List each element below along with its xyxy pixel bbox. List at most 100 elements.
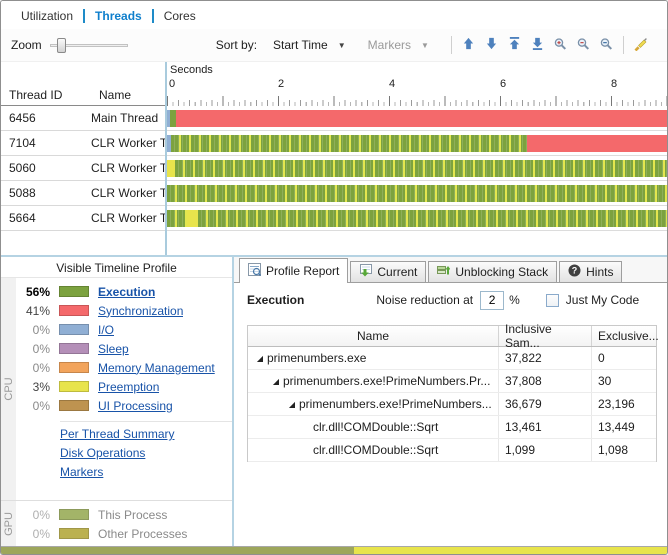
- noise-reduction-label: Noise reduction at: [376, 293, 474, 307]
- column-header-name[interactable]: Name: [99, 88, 131, 102]
- legend-pct: 41%: [25, 303, 50, 318]
- report-row[interactable]: ◢ primenumbers.exe!PrimeNumbers... 36,67…: [248, 393, 656, 416]
- bottom-area: Visible Timeline Profile CPU 56% Executi…: [1, 255, 667, 546]
- just-my-code-label[interactable]: Just My Code: [566, 293, 639, 307]
- thread-table: Thread ID Name 6456 Main Thread 7104 CLR…: [1, 62, 167, 255]
- thread-id: 6456: [9, 111, 36, 125]
- link-disk-operations[interactable]: Disk Operations: [60, 446, 232, 465]
- tab-profile-report[interactable]: Profile Report: [239, 258, 349, 283]
- report-cell-inclusive: 37,822: [499, 347, 592, 369]
- thread-row[interactable]: 5088 CLR Worker T...: [1, 181, 165, 206]
- noise-reduction-input[interactable]: [480, 290, 505, 310]
- expand-icon[interactable]: ◢: [253, 354, 267, 363]
- column-header-inclusive[interactable]: Inclusive Sam...: [499, 322, 592, 350]
- zoom-out-button[interactable]: [573, 35, 594, 56]
- cpu-axis: CPU: [1, 278, 16, 500]
- zoom-to-selection-button[interactable]: [550, 35, 571, 56]
- markers-value: Markers: [367, 38, 411, 52]
- thread-row[interactable]: 5060 CLR Worker T...: [1, 156, 165, 181]
- legend-link-execution[interactable]: Execution: [98, 285, 155, 299]
- lane-segment-preempt: [167, 159, 175, 177]
- report-cell-inclusive: 1,099: [499, 439, 592, 461]
- zoom-slider-thumb[interactable]: [56, 38, 66, 53]
- tab-threads[interactable]: Threads: [85, 9, 152, 23]
- link-markers[interactable]: Markers: [60, 465, 232, 484]
- legend-swatch: [59, 343, 89, 354]
- zoom-reset-button[interactable]: [596, 35, 617, 56]
- hints-icon: ?: [568, 264, 581, 280]
- legend-pct: 0%: [32, 398, 50, 413]
- ruler-tick-label: 0: [169, 78, 176, 90]
- lane-segment-mix: [198, 209, 667, 227]
- legend-link-synchronization[interactable]: Synchronization: [98, 304, 183, 318]
- legend-swatch: [59, 528, 89, 539]
- legend-row: 56% Execution: [16, 282, 232, 301]
- timeline-lane[interactable]: [167, 156, 667, 181]
- column-header-name[interactable]: Name: [248, 326, 499, 346]
- thread-name: Main Thread: [91, 111, 159, 125]
- timeline-lane[interactable]: [167, 181, 667, 206]
- legend-link-ui-processing[interactable]: UI Processing: [98, 399, 173, 413]
- sort-by-combo[interactable]: Start Time ▼: [265, 34, 354, 56]
- cpu-axis-label: CPU: [2, 377, 15, 401]
- report-cell-inclusive: 37,808: [499, 370, 592, 392]
- timeline-lane[interactable]: [167, 106, 667, 131]
- lane-segment-sync: [175, 109, 667, 127]
- arrow-to-bottom-icon: [531, 37, 544, 53]
- bottom-strip: [1, 546, 667, 554]
- expand-icon[interactable]: ◢: [285, 400, 299, 409]
- highlight-button[interactable]: [630, 35, 651, 56]
- report-row[interactable]: ◢ clr.dll!COMDouble::Sqrt 1,099 1,098: [248, 439, 656, 462]
- tab-utilization[interactable]: Utilization: [11, 9, 83, 23]
- report-row[interactable]: ◢ primenumbers.exe!PrimeNumbers.Pr... 37…: [248, 370, 656, 393]
- gpu-legend: 0% This Process 0% Other Processes: [16, 501, 232, 546]
- column-header-thread-id[interactable]: Thread ID: [9, 88, 62, 102]
- legend-row: 0% UI Processing: [16, 396, 232, 415]
- move-down-button[interactable]: [481, 35, 502, 56]
- just-my-code-checkbox[interactable]: [545, 293, 559, 307]
- move-to-top-button[interactable]: [504, 35, 525, 56]
- report-row[interactable]: ◢ clr.dll!COMDouble::Sqrt 13,461 13,449: [248, 416, 656, 439]
- ruler-tick-label: 4: [389, 78, 396, 90]
- move-to-bottom-button[interactable]: [527, 35, 548, 56]
- report-cell-name: ◢ primenumbers.exe: [248, 347, 499, 369]
- report-cell-inclusive: 13,461: [499, 416, 592, 438]
- percent-sign: %: [509, 293, 520, 307]
- seconds-label: Seconds: [170, 64, 213, 76]
- legend-link-preemption[interactable]: Preemption: [98, 380, 159, 394]
- legend-pct: 0%: [32, 526, 50, 541]
- legend-link-sleep[interactable]: Sleep: [98, 342, 129, 356]
- report-row[interactable]: ◢ primenumbers.exe 37,822 0: [248, 347, 656, 370]
- expand-icon[interactable]: ◢: [269, 377, 283, 386]
- magnifier-minus-icon: [576, 37, 590, 54]
- legend-row: 0% Memory Management: [16, 358, 232, 377]
- thread-row[interactable]: 5664 CLR Worker T...: [1, 206, 165, 231]
- report-table-header: Name Inclusive Sam... Exclusive...: [248, 322, 659, 350]
- link-per-thread-summary[interactable]: Per Thread Summary: [60, 427, 232, 446]
- thread-row[interactable]: 6456 Main Thread: [1, 106, 165, 131]
- report-panel: Profile Report Current Unblocking Stack …: [234, 257, 667, 546]
- tab-hints[interactable]: ? Hints: [559, 261, 623, 282]
- report-table: Name Inclusive Sam... Exclusive... ◢ pri…: [247, 322, 659, 462]
- column-header-exclusive[interactable]: Exclusive...: [592, 326, 659, 346]
- gpu-axis-label: GPU: [2, 511, 15, 536]
- tab-label: Current: [377, 265, 418, 279]
- legend-pct: 0%: [32, 322, 50, 337]
- zoom-slider[interactable]: [49, 36, 128, 54]
- timeline-lane[interactable]: [167, 206, 667, 231]
- thread-row[interactable]: 7104 CLR Worker T...: [1, 131, 165, 156]
- timeline-lane[interactable]: [167, 131, 667, 156]
- legend-pct: 0%: [32, 360, 50, 375]
- gpu-section: GPU 0% This Process 0% Other Processes: [1, 500, 232, 546]
- tab-cores[interactable]: Cores: [154, 9, 206, 23]
- tab-unblocking-stack[interactable]: Unblocking Stack: [428, 261, 558, 282]
- markers-combo[interactable]: Markers ▼: [360, 34, 437, 56]
- legend-link-memory-management[interactable]: Memory Management: [98, 361, 215, 375]
- toolbar-separator: [622, 36, 624, 54]
- arrow-down-icon: [485, 37, 498, 53]
- tab-current[interactable]: Current: [350, 261, 427, 282]
- timeline-filler: [167, 231, 667, 255]
- legend-link-io[interactable]: I/O: [98, 323, 114, 337]
- arrow-up-icon: [462, 37, 475, 53]
- move-up-button[interactable]: [458, 35, 479, 56]
